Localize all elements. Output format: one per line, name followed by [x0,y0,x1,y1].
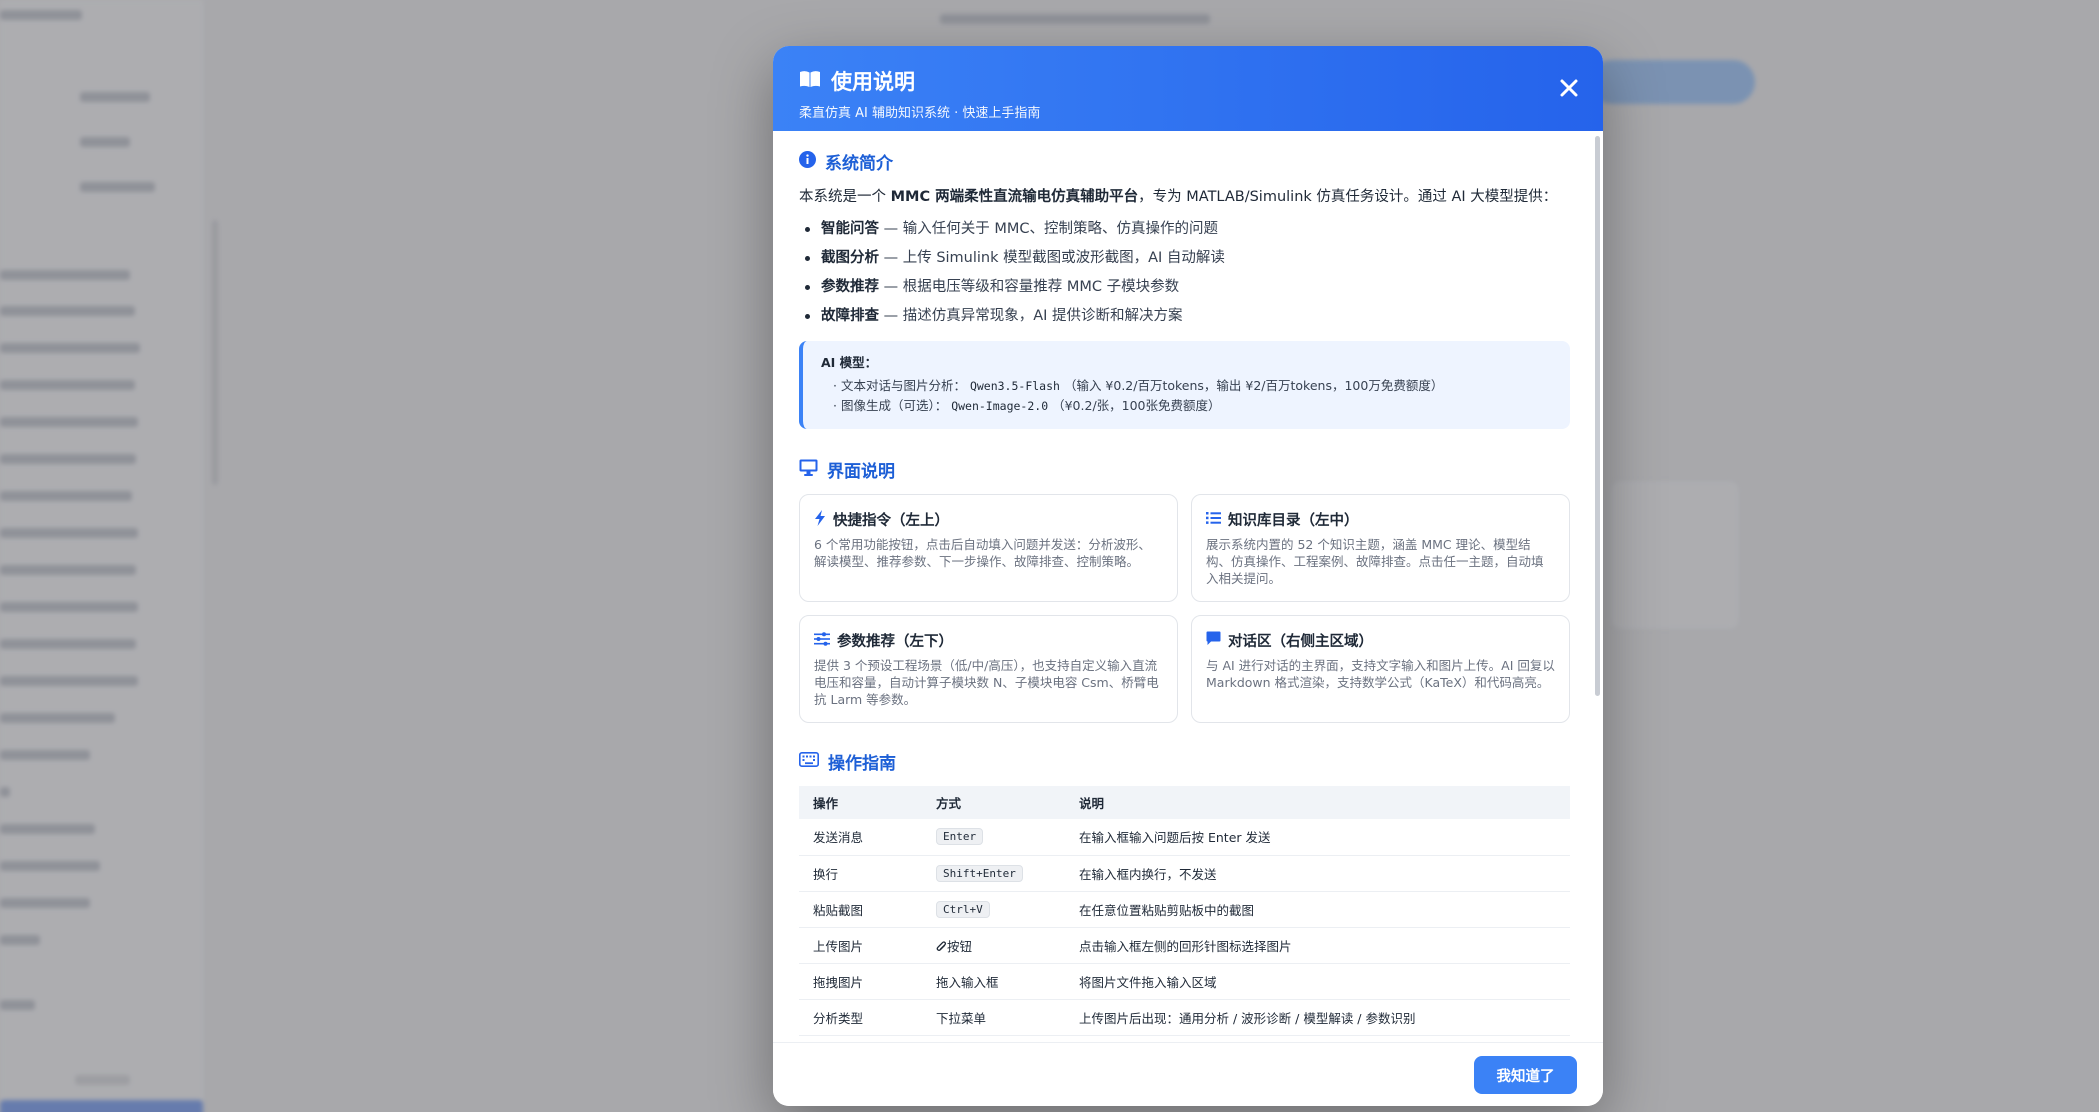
chat-bubble-icon [1206,631,1221,650]
model-line-text: · 文本对话与图片分析： Qwen3.5-Flash （输入 ¥0.2/百万to… [833,378,1444,394]
key-shift-enter: Shift+Enter [936,864,1023,882]
card-parameter-recommend: 参数推荐（左下） 提供 3 个预设工程场景（低/中/高压），也支持自定义输入直流… [799,615,1178,724]
model-line-image: · 图像生成（可选）： Qwen-Image-2.0 （¥0.2/张，100张免… [833,398,1221,414]
info-icon [799,150,816,173]
card-quick-commands: 快捷指令（左上） 6 个常用功能按钮，点击后自动填入问题并发送：分析波形、解读模… [799,494,1178,603]
got-it-button[interactable]: 我知道了 [1474,1056,1577,1094]
card-knowledge-directory: 知识库目录（左中） 展示系统内置的 52 个知识主题，涵盖 MMC 理论、模型结… [1191,494,1570,603]
bolt-icon [814,509,826,530]
monitor-icon [799,459,818,481]
keyboard-icon [799,751,819,772]
modal-footer: 我知道了 [773,1042,1603,1106]
ui-cards-grid: 快捷指令（左上） 6 个常用功能按钮，点击后自动填入问题并发送：分析波形、解读模… [799,494,1570,724]
modal-body[interactable]: 系统简介 本系统是一个 MMC 两端柔性直流输电仿真辅助平台，专为 MATLAB… [773,131,1603,1042]
feature-list: 智能问答 — 输入任何关于 MMC、控制策略、仿真操作的问题 截图分析 — 上传… [799,215,1570,331]
close-icon [1560,79,1578,97]
modal-scrollbar[interactable] [1595,136,1600,696]
table-row: 粘贴截图 Ctrl+V 在任意位置粘贴剪贴板中的截图 [799,891,1570,928]
book-icon [799,69,821,93]
list-item: 智能问答 — 输入任何关于 MMC、控制策略、仿真操作的问题 [799,215,1570,244]
intro-paragraph: 本系统是一个 MMC 两端柔性直流输电仿真辅助平台，专为 MATLAB/Simu… [799,189,1558,205]
paperclip-icon [936,939,947,954]
modal-title: 使用说明 [799,66,1577,96]
list-item: 故障排查 — 描述仿真异常现象，AI 提供诊断和解决方案 [799,302,1570,331]
table-row: 上传图片 按钮 点击输入框左侧的回形针图标选择图片 [799,927,1570,964]
table-row: 分析类型 下拉菜单 上传图片后出现：通用分析 / 波形诊断 / 模型解读 / 参… [799,999,1570,1036]
key-ctrl-v: Ctrl+V [936,900,990,918]
modal-title-text: 使用说明 [831,70,915,94]
close-button[interactable] [1557,76,1581,100]
key-enter: Enter [936,828,984,846]
ui-heading: 界面说明 [799,457,1570,482]
modal-header: 使用说明 柔直仿真 AI 辅助知识系统 · 快速上手指南 [773,46,1603,131]
table-row: 发送消息 Enter 在输入框输入问题后按 Enter 发送 [799,819,1570,856]
list-item: 截图分析 — 上传 Simulink 模型截图或波形截图，AI 自动解读 [799,244,1570,273]
ops-heading: 操作指南 [799,749,1570,774]
ai-model-box: AI 模型： · 文本对话与图片分析： Qwen3.5-Flash （输入 ¥0… [799,341,1570,430]
table-row: 换行 Shift+Enter 在输入框内换行，不发送 [799,855,1570,892]
card-chat-area: 对话区（右侧主区域） 与 AI 进行对话的主界面，支持文字输入和图片上传。AI … [1191,615,1570,724]
list-item: 参数推荐 — 根据电压等级和容量推荐 MMC 子模块参数 [799,273,1570,302]
operations-table: 操作 方式 说明 发送消息 Enter 在输入框输入问题后按 Enter 发送 … [799,786,1570,1036]
sliders-icon [814,631,830,650]
table-row: 拖拽图片 拖入输入框 将图片文件拖入输入区域 [799,963,1570,1000]
modal-subtitle: 柔直仿真 AI 辅助知识系统 · 快速上手指南 [799,106,1041,121]
list-icon [1206,511,1221,529]
intro-heading: 系统简介 [799,149,1570,174]
table-header-row: 操作 方式 说明 [799,786,1570,820]
help-modal: 使用说明 柔直仿真 AI 辅助知识系统 · 快速上手指南 系统简介 本系统是一个… [773,46,1603,1106]
